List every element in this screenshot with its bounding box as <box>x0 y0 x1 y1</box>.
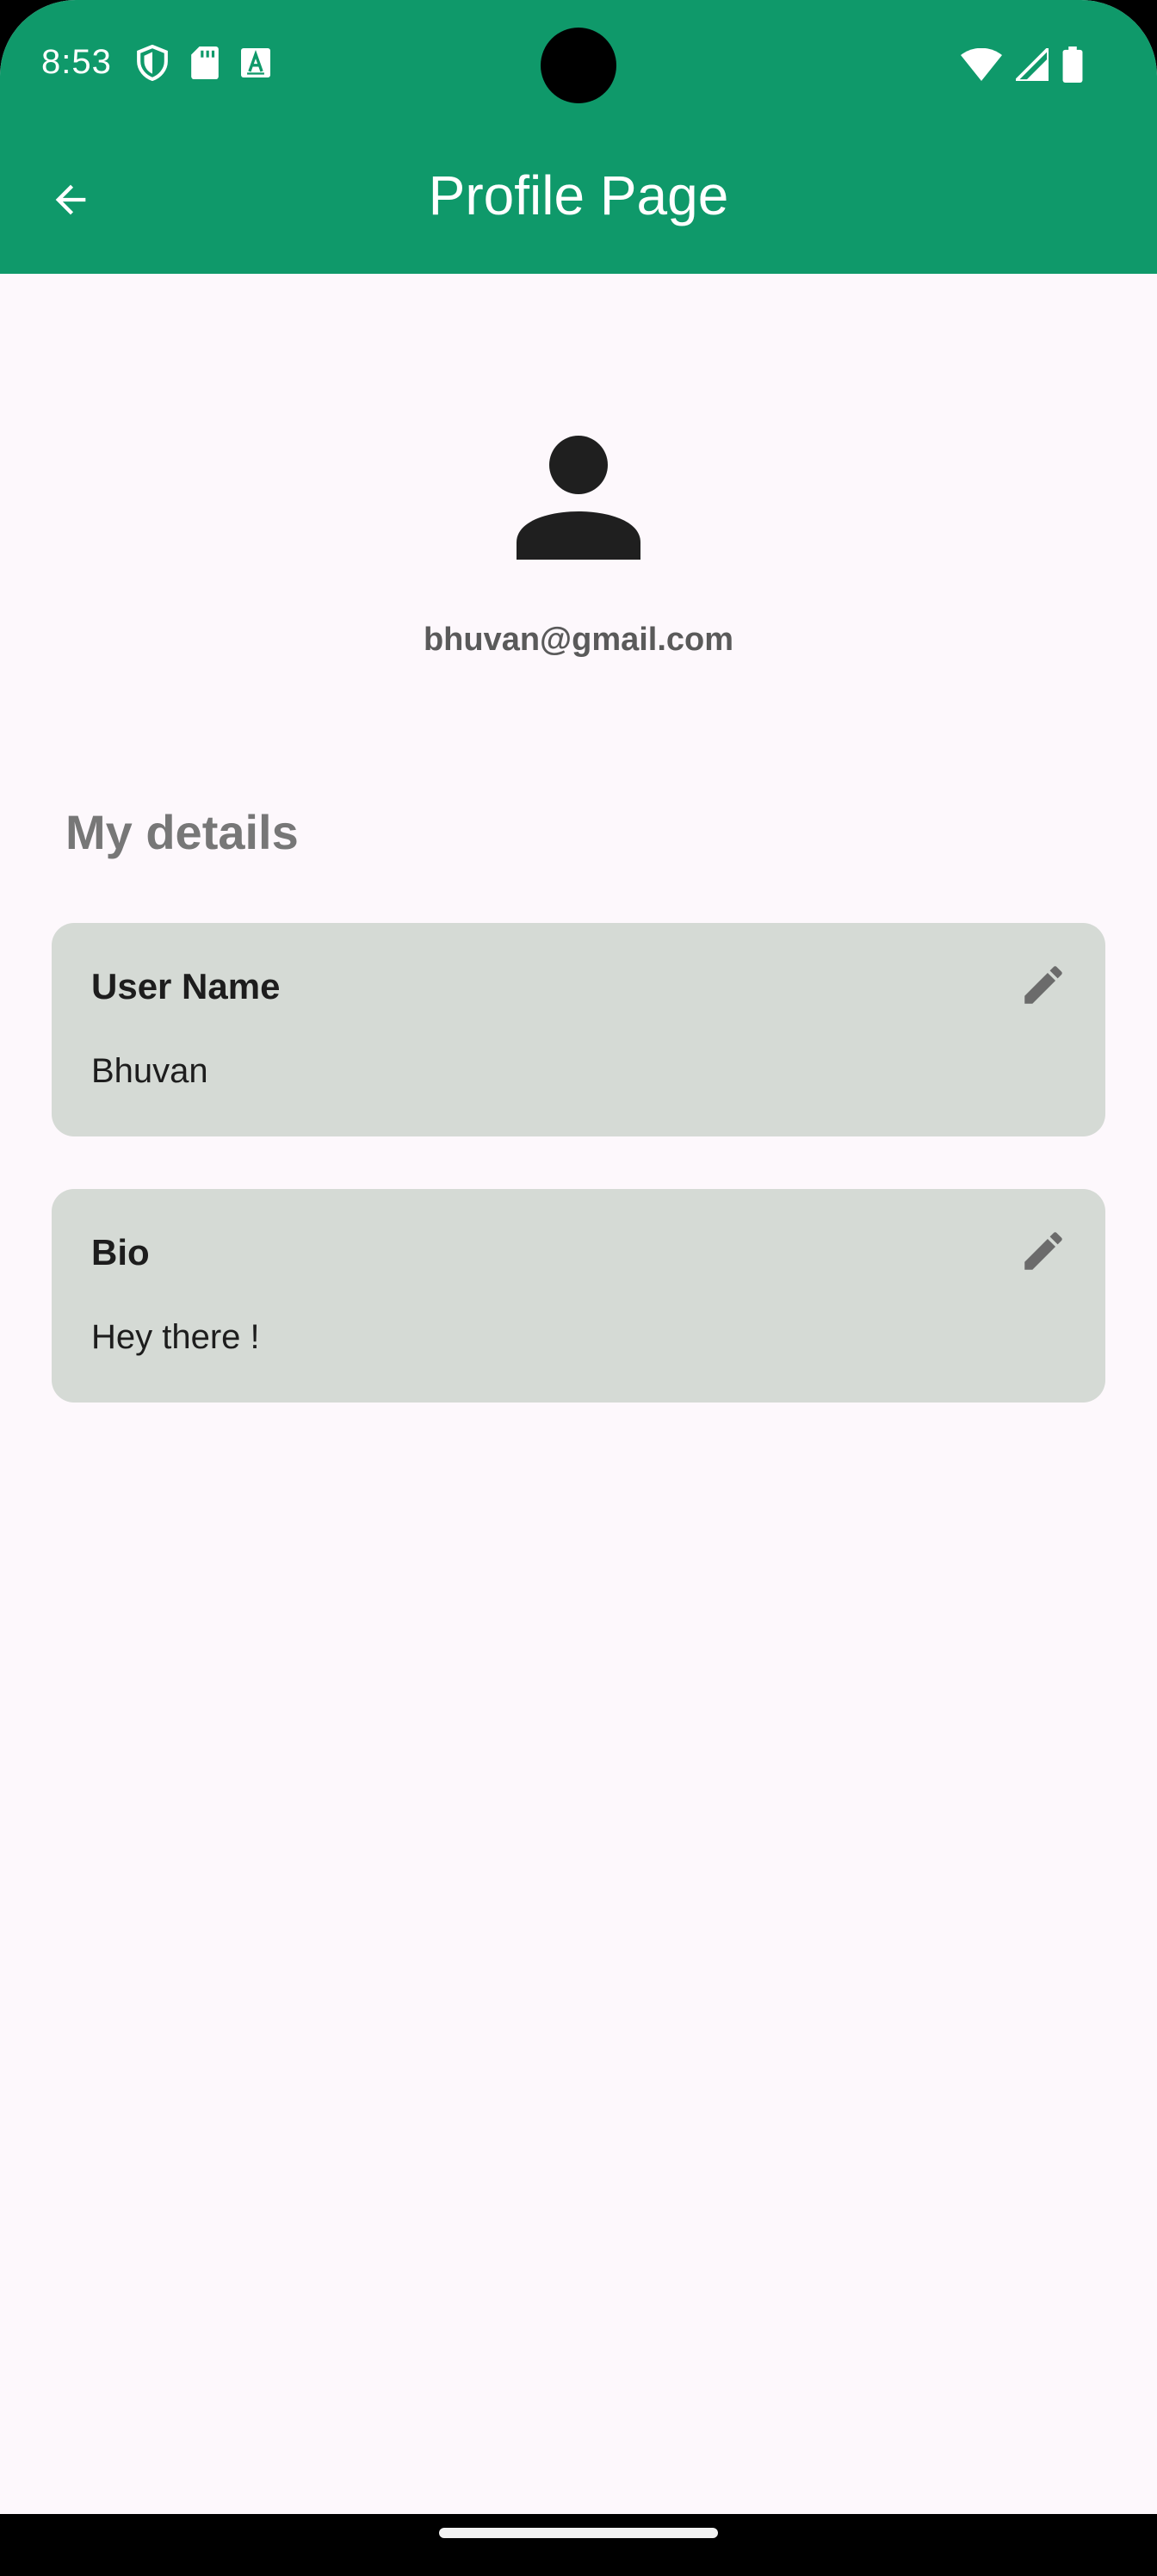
shield-icon <box>136 45 169 81</box>
status-icons-left <box>136 45 270 81</box>
card-value: Bhuvan <box>91 1052 208 1090</box>
profile-email: bhuvan@gmail.com <box>423 622 734 658</box>
battery-icon <box>1062 46 1083 83</box>
detail-card-username: User Name Bhuvan <box>52 923 1105 1136</box>
home-indicator[interactable] <box>439 2528 718 2538</box>
card-value: Hey there ! <box>91 1318 260 1356</box>
edit-username-button[interactable] <box>1011 954 1076 1019</box>
edit-pencil-icon <box>1018 1226 1068 1280</box>
system-nav-bar <box>0 2514 1157 2576</box>
status-time: 8:53 <box>41 43 112 81</box>
detail-card-bio: Bio Hey there ! <box>52 1189 1105 1403</box>
app-header: 8:53 Profile Page <box>0 0 1157 274</box>
card-label: User Name <box>91 966 281 1006</box>
camera-cutout <box>541 28 616 103</box>
app-screen: 8:53 Profile Page bhuvan@gmail.com My de… <box>0 0 1157 2514</box>
section-title: My details <box>65 805 299 859</box>
page-title: Profile Page <box>428 164 729 226</box>
edit-bio-button[interactable] <box>1011 1220 1076 1285</box>
person-icon <box>517 436 640 560</box>
keyboard-a-icon <box>241 48 270 77</box>
card-label: Bio <box>91 1232 150 1273</box>
edit-pencil-icon <box>1018 960 1068 1014</box>
status-icons-right <box>961 46 1083 83</box>
wifi-icon <box>961 48 1002 81</box>
sd-card-icon <box>191 46 219 79</box>
cellular-signal-icon <box>1016 48 1049 81</box>
